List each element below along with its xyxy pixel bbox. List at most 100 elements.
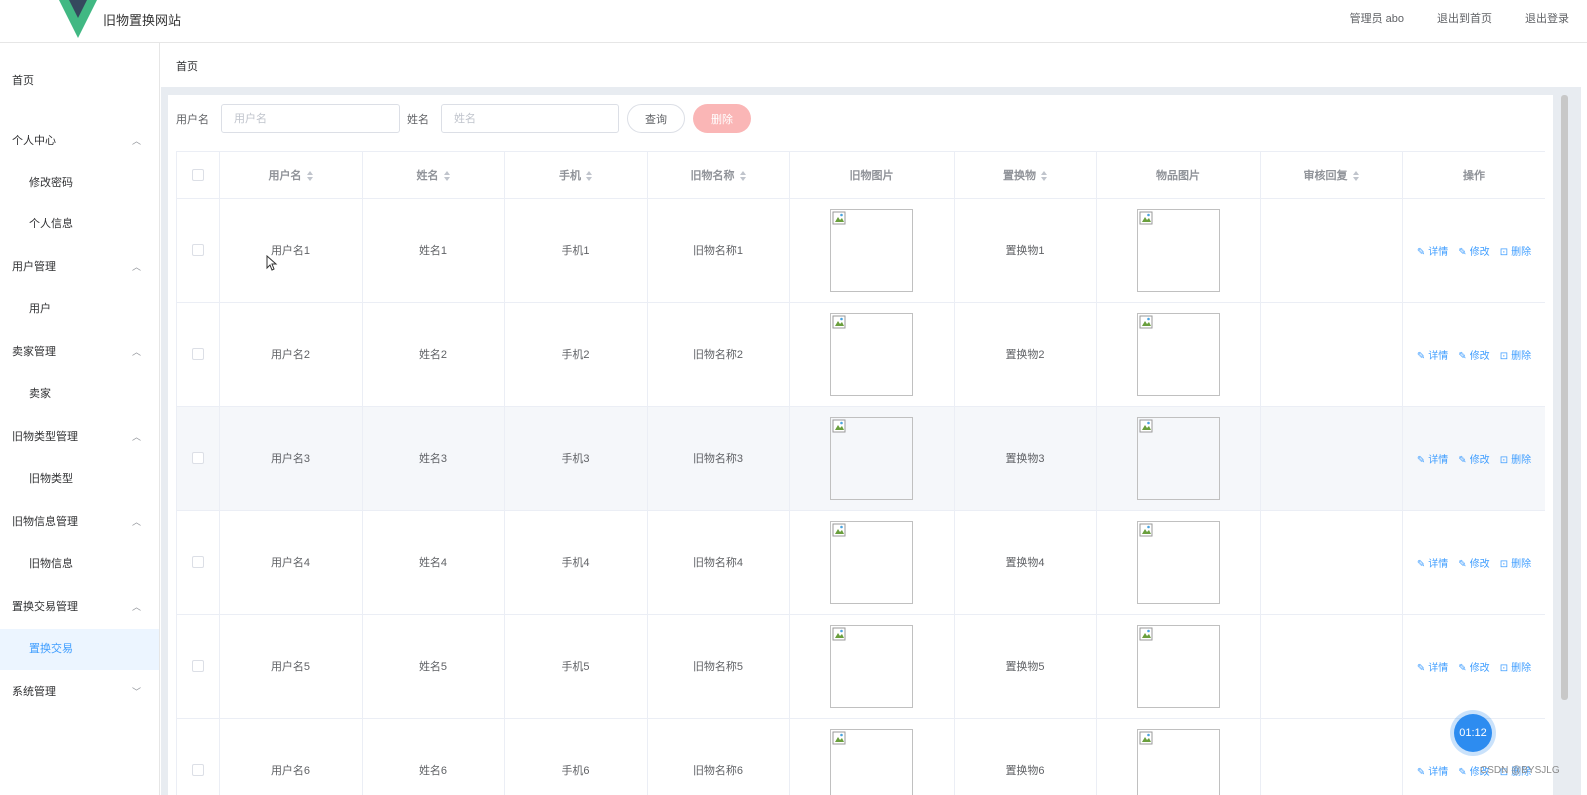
sidebar-group[interactable]: 个人中心 ︿	[0, 119, 159, 163]
goods-image[interactable]	[1136, 520, 1220, 604]
batch-delete-button[interactable]: 删除	[693, 104, 751, 133]
item-image[interactable]	[830, 416, 913, 500]
row-checkbox[interactable]	[191, 764, 204, 777]
sidebar-group[interactable]: 首页	[0, 43, 159, 119]
item-image-cell	[789, 302, 955, 407]
detail-label: 详情	[1428, 246, 1449, 258]
row-select-cell[interactable]	[177, 302, 220, 407]
sidebar-group[interactable]: 旧物类型管理 ︿	[0, 415, 159, 459]
sort-icon[interactable]	[739, 170, 746, 181]
detail-action[interactable]: ✎ 详情	[1417, 247, 1448, 258]
detail-action[interactable]: ✎ 详情	[1417, 559, 1448, 570]
item-image-cell	[789, 198, 955, 303]
username-cell: 用户名3	[219, 406, 363, 511]
row-checkbox[interactable]	[191, 452, 204, 465]
sidebar-group[interactable]: 旧物信息管理 ︿	[0, 500, 159, 544]
column-header[interactable]: 用户名	[219, 152, 363, 199]
sidebar-item[interactable]: 旧物类型	[0, 459, 159, 500]
name-cell: 姓名4	[362, 510, 505, 615]
item-image[interactable]	[830, 208, 913, 292]
sidebar-group[interactable]: 置换交易管理 ︿	[0, 585, 159, 629]
broken-image-icon	[832, 315, 846, 328]
sidebar-item[interactable]: 旧物信息	[0, 544, 159, 585]
username-search-input[interactable]	[221, 104, 400, 133]
row-select-cell[interactable]	[177, 614, 220, 719]
table-row: 用户名3 姓名3 手机3 旧物名称3 置换物3 ✎ 详情 ✎ 修改 ⊡ 删除	[177, 406, 1545, 511]
row-checkbox[interactable]	[191, 556, 204, 569]
swap-item: 置换物6	[1005, 765, 1045, 777]
sidebar-group[interactable]: 用户管理 ︿	[0, 245, 159, 289]
delete-action[interactable]: ⊡ 删除	[1500, 455, 1531, 466]
sidebar-group[interactable]: 卖家管理 ︿	[0, 330, 159, 374]
goods-image[interactable]	[1136, 728, 1220, 795]
detail-action[interactable]: ✎ 详情	[1417, 455, 1448, 466]
column-header[interactable]: 旧物名称	[647, 152, 790, 199]
item-image[interactable]	[830, 728, 913, 795]
sort-icon[interactable]	[1041, 170, 1047, 181]
edit-action[interactable]: ✎ 修改	[1458, 455, 1489, 466]
sidebar-item[interactable]: 置换交易	[0, 629, 159, 670]
delete-label: 删除	[1511, 246, 1532, 258]
sidebar-item[interactable]: 修改密码	[0, 163, 159, 204]
goods-image[interactable]	[1136, 312, 1220, 396]
edit-action[interactable]: ✎ 修改	[1458, 351, 1489, 362]
detail-action[interactable]: ✎ 详情	[1417, 767, 1448, 778]
column-header[interactable]: 姓名	[362, 152, 505, 199]
swap-item: 置换物3	[1005, 453, 1045, 465]
swap-item: 置换物4	[1005, 557, 1045, 569]
item-name-cell: 旧物名称6	[647, 718, 790, 795]
edit-label: 修改	[1469, 454, 1490, 466]
select-all-checkbox[interactable]	[191, 168, 204, 181]
sidebar-item[interactable]: 卖家	[0, 374, 159, 415]
edit-action[interactable]: ✎ 修改	[1458, 663, 1489, 674]
sort-icon[interactable]	[1352, 170, 1359, 181]
goods-image[interactable]	[1136, 208, 1220, 292]
detail-action[interactable]: ✎ 详情	[1417, 663, 1448, 674]
edit-action[interactable]: ✎ 修改	[1458, 247, 1489, 258]
breadcrumb[interactable]: 首页	[176, 58, 198, 74]
delete-action[interactable]: ⊡ 删除	[1500, 351, 1531, 362]
item-image[interactable]	[830, 312, 913, 396]
delete-action[interactable]: ⊡ 删除	[1500, 663, 1531, 674]
back-home-link[interactable]: 退出到首页	[1437, 10, 1492, 26]
edit-action[interactable]: ✎ 修改	[1458, 559, 1489, 570]
sort-icon[interactable]	[586, 170, 592, 181]
row-checkbox[interactable]	[191, 244, 204, 257]
sidebar-group[interactable]: 系统管理 ﹀	[0, 670, 159, 714]
table-row: 用户名4 姓名4 手机4 旧物名称4 置换物4 ✎ 详情 ✎ 修改 ⊡ 删除	[177, 510, 1545, 615]
row-select-cell[interactable]	[177, 198, 220, 303]
sort-icon[interactable]	[443, 170, 450, 181]
row-checkbox[interactable]	[191, 348, 204, 361]
query-button[interactable]: 查询	[627, 104, 685, 133]
select-all-cell[interactable]	[177, 152, 220, 199]
row-select-cell[interactable]	[177, 510, 220, 615]
sidebar-item[interactable]: 用户	[0, 289, 159, 330]
sort-icon[interactable]	[306, 170, 313, 181]
column-header[interactable]: 置换物	[954, 152, 1097, 199]
broken-image-icon	[1139, 627, 1152, 640]
column-header[interactable]: 审核回复	[1260, 152, 1403, 199]
goods-image[interactable]	[1136, 624, 1220, 708]
item-image[interactable]	[830, 520, 913, 604]
page-scrollbar[interactable]	[1561, 95, 1568, 700]
name-search-input[interactable]	[441, 104, 619, 133]
row-select-cell[interactable]	[177, 718, 220, 795]
sidebar-item-label: 旧物信息	[29, 558, 73, 570]
phone: 手机4	[561, 557, 590, 569]
goods-image-cell	[1096, 302, 1261, 407]
delete-action[interactable]: ⊡ 删除	[1500, 559, 1531, 570]
recording-timer[interactable]: 01:12	[1454, 714, 1492, 752]
item-image[interactable]	[830, 624, 913, 708]
row-select-cell[interactable]	[177, 406, 220, 511]
row-checkbox[interactable]	[191, 660, 204, 673]
sidebar-item[interactable]: 个人信息	[0, 204, 159, 245]
goods-image[interactable]	[1136, 416, 1220, 500]
column-header[interactable]: 手机	[504, 152, 648, 199]
broken-image-icon	[1139, 731, 1152, 744]
logout-link[interactable]: 退出登录	[1525, 10, 1569, 26]
delete-action[interactable]: ⊡ 删除	[1500, 247, 1531, 258]
goods-image-cell	[1096, 614, 1261, 719]
detail-label: 详情	[1428, 766, 1449, 778]
detail-action[interactable]: ✎ 详情	[1417, 351, 1448, 362]
sidebar-item-label: 首页	[12, 75, 34, 87]
